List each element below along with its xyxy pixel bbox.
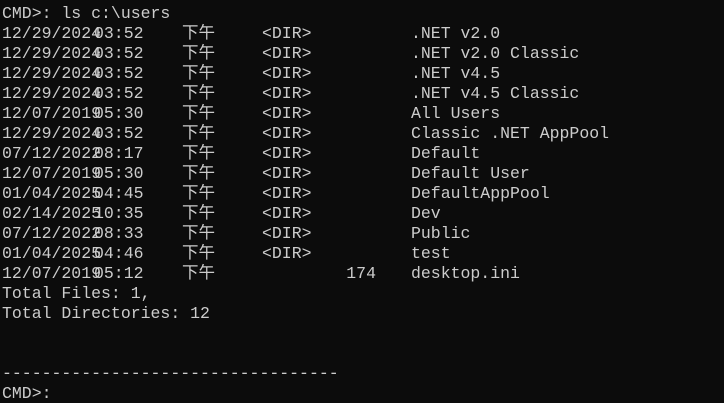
entry-name: .NET v4.5 Classic — [411, 84, 580, 103]
entry-date: 01/04/2025 — [2, 244, 102, 263]
entry-time: 03:52 — [94, 64, 144, 83]
entry-type: <DIR> — [262, 184, 312, 203]
entry-type: <DIR> — [262, 244, 312, 263]
entry-date: 12/07/2019 — [2, 264, 102, 283]
entry-time: 05:30 — [94, 164, 144, 183]
entry-time: 08:33 — [94, 224, 144, 243]
entry-name: test — [411, 244, 451, 263]
command-input[interactable] — [51, 384, 652, 402]
entry-date: 02/14/2025 — [2, 204, 102, 223]
entry-type: <DIR> — [262, 204, 312, 223]
total-files: Total Files: 1, — [2, 284, 151, 303]
divider-line: ---------------------------------- — [2, 364, 339, 383]
entry-name: Dev — [411, 204, 441, 223]
entry-type: <DIR> — [262, 64, 312, 83]
entry-ampm: 下午 — [182, 64, 215, 83]
entry-ampm: 下午 — [182, 104, 215, 123]
input-line: CMD>: — [2, 384, 652, 403]
entry-ampm: 下午 — [182, 264, 215, 283]
entry-type: <DIR> — [262, 164, 312, 183]
entry-ampm: 下午 — [182, 164, 215, 183]
entry-name: Public — [411, 224, 471, 243]
entry-ampm: 下午 — [182, 24, 215, 43]
entry-time: 04:46 — [94, 244, 144, 263]
entry-type: <DIR> — [262, 24, 312, 43]
entry-date: 01/04/2025 — [2, 184, 102, 203]
entry-name: .NET v4.5 — [411, 64, 501, 83]
entry-ampm: 下午 — [182, 184, 215, 203]
entry-type: <DIR> — [262, 44, 312, 63]
entry-date: 12/29/2024 — [2, 124, 102, 143]
entry-time: 10:35 — [94, 204, 144, 223]
entry-date: 07/12/2022 — [2, 144, 102, 163]
total-directories: Total Directories: 12 — [2, 304, 210, 323]
entry-time: 03:52 — [94, 124, 144, 143]
command-line: CMD>: ls c:\users — [2, 4, 171, 23]
entry-type: <DIR> — [262, 84, 312, 103]
entry-ampm: 下午 — [182, 244, 215, 263]
entry-ampm: 下午 — [182, 204, 215, 223]
prompt: CMD>: — [2, 384, 52, 403]
entry-name: desktop.ini — [411, 264, 520, 283]
entry-date: 07/12/2022 — [2, 224, 102, 243]
entry-time: 04:45 — [94, 184, 144, 203]
entry-time: 05:30 — [94, 104, 144, 123]
entry-type: <DIR> — [262, 144, 312, 163]
entry-time: 03:52 — [94, 84, 144, 103]
entry-date: 12/29/2024 — [2, 24, 102, 43]
entry-type: <DIR> — [262, 224, 312, 243]
entry-ampm: 下午 — [182, 224, 215, 243]
entry-date: 12/29/2024 — [2, 84, 102, 103]
entry-ampm: 下午 — [182, 144, 215, 163]
entry-name: Default User — [411, 164, 530, 183]
entry-size: 174 — [346, 264, 376, 283]
entry-date: 12/29/2024 — [2, 44, 102, 63]
entry-name: Default — [411, 144, 481, 163]
entry-time: 03:52 — [94, 24, 144, 43]
entry-time: 05:12 — [94, 264, 144, 283]
entry-type: <DIR> — [262, 104, 312, 123]
entry-name: DefaultAppPool — [411, 184, 550, 203]
entry-name: .NET v2.0 Classic — [411, 44, 580, 63]
entry-date: 12/07/2019 — [2, 164, 102, 183]
entry-date: 12/29/2024 — [2, 64, 102, 83]
entry-name: All Users — [411, 104, 501, 123]
entry-name: .NET v2.0 — [411, 24, 501, 43]
entry-name: Classic .NET AppPool — [411, 124, 610, 143]
entry-time: 03:52 — [94, 44, 144, 63]
entry-ampm: 下午 — [182, 44, 215, 63]
entry-type: <DIR> — [262, 124, 312, 143]
entry-ampm: 下午 — [182, 124, 215, 143]
entry-time: 08:17 — [94, 144, 144, 163]
terminal-window[interactable]: CMD>: ls c:\users 12/29/2024 03:52 下午 <DIR>… — [0, 0, 724, 403]
entry-ampm: 下午 — [182, 84, 215, 103]
entry-date: 12/07/2019 — [2, 104, 102, 123]
